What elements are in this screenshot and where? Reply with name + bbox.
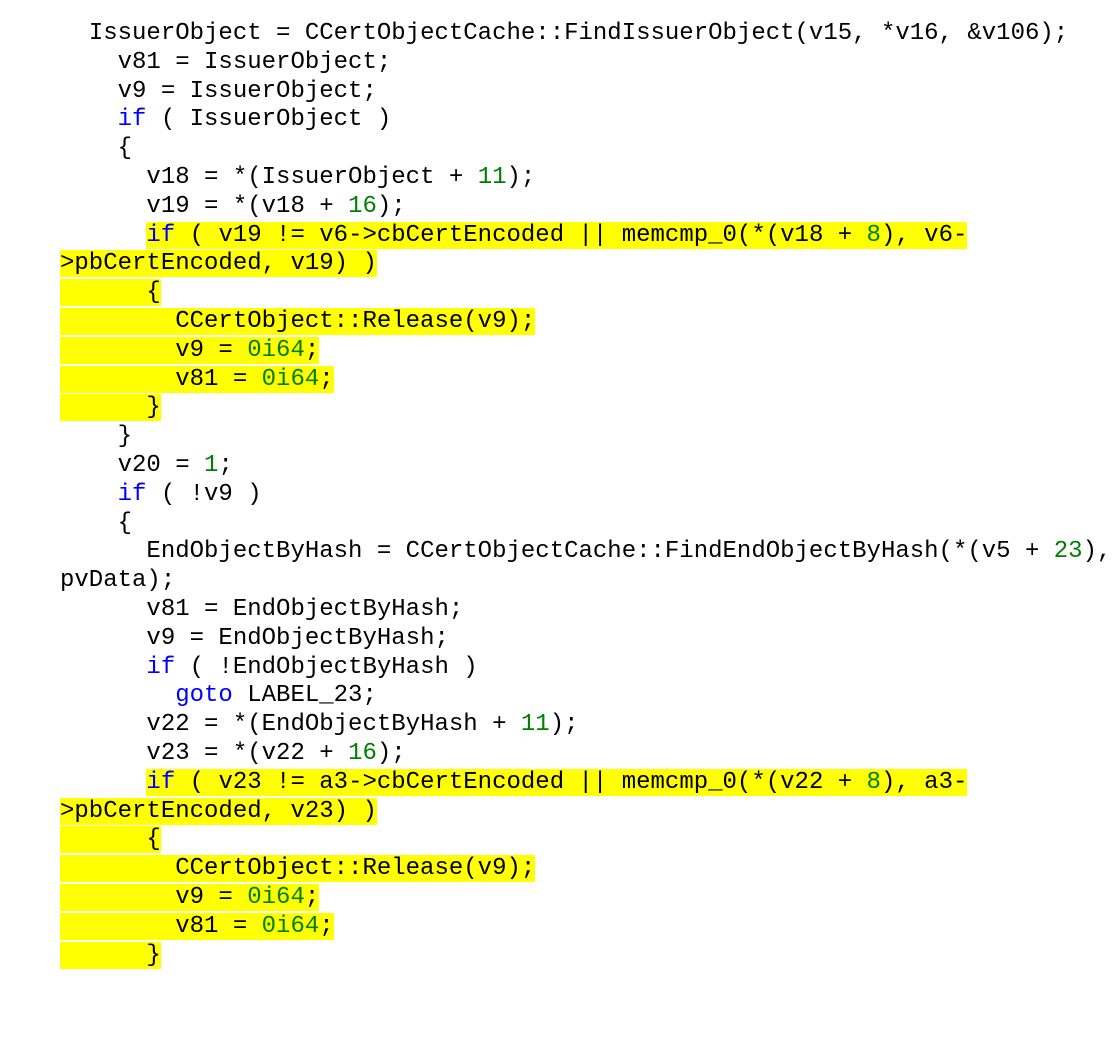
code-token: v9 = IssuerObject; <box>118 78 377 105</box>
code-token: goto <box>175 682 233 709</box>
code-token: v9 = <box>60 884 247 911</box>
code-token: ( IssuerObject ) <box>146 106 391 133</box>
code-token: LABEL_23; <box>233 682 377 709</box>
code-token: >pbCertEncoded, v19) ) <box>60 250 377 277</box>
code-token: 0i64 <box>262 913 320 940</box>
code-token: if <box>146 769 175 796</box>
code-token: ( v19 != v6->cbCertEncoded || memcmp_0(*… <box>175 222 866 249</box>
code-page: IssuerObject = CCertObjectCache::FindIss… <box>0 0 1118 1040</box>
code-token: ( v23 != a3->cbCertEncoded || memcmp_0(*… <box>175 769 866 796</box>
code-token: 8 <box>867 222 881 249</box>
code-token: v20 = <box>118 452 204 479</box>
code-token: ), <box>1083 538 1118 565</box>
code-token: v19 = *(v18 + <box>146 193 348 220</box>
code-token: ; <box>305 337 319 364</box>
code-token: 1 <box>204 452 218 479</box>
code-token: } <box>60 394 161 421</box>
code-token <box>60 222 146 249</box>
code-token: ; <box>319 913 333 940</box>
code-token: 11 <box>478 164 507 191</box>
code-token: EndObjectByHash = CCertObjectCache::Find… <box>146 538 1053 565</box>
code-token: if <box>118 106 147 133</box>
code-token: ); <box>377 740 406 767</box>
code-token: ; <box>218 452 232 479</box>
code-token: ); <box>550 711 579 738</box>
code-token: 0i64 <box>247 337 305 364</box>
code-token: 16 <box>348 740 377 767</box>
code-token: >pbCertEncoded, v23) ) <box>60 798 377 825</box>
code-token: if <box>146 654 175 681</box>
code-token <box>60 769 146 796</box>
code-token: { <box>118 135 132 162</box>
code-token: IssuerObject = CCertObjectCache::FindIss… <box>89 20 1068 47</box>
code-token: v81 = EndObjectByHash; <box>146 596 463 623</box>
code-token: v81 = <box>60 913 262 940</box>
code-token: CCertObject::Release(v9); <box>60 855 535 882</box>
code-token: 16 <box>348 193 377 220</box>
code-token: 23 <box>1054 538 1083 565</box>
code-token: ; <box>319 366 333 393</box>
code-token: 0i64 <box>247 884 305 911</box>
code-token: v18 = *(IssuerObject + <box>146 164 477 191</box>
code-token: } <box>118 423 132 450</box>
code-token: ), a3- <box>881 769 967 796</box>
code-token: ); <box>507 164 536 191</box>
code-token: v23 = *(v22 + <box>146 740 348 767</box>
code-token: if <box>118 481 147 508</box>
code-token: v81 = IssuerObject; <box>118 49 392 76</box>
code-token: { <box>118 510 132 537</box>
code-token: v9 = EndObjectByHash; <box>146 625 448 652</box>
code-token: 0i64 <box>262 366 320 393</box>
code-token: ( !EndObjectByHash ) <box>175 654 477 681</box>
code-token: v9 = <box>60 337 247 364</box>
code-token: ); <box>377 193 406 220</box>
code-token: ), v6- <box>881 222 967 249</box>
code-token: pvData); <box>60 567 175 594</box>
code-token: ( !v9 ) <box>146 481 261 508</box>
code-token: if <box>146 222 175 249</box>
code-token: v22 = *(EndObjectByHash + <box>146 711 520 738</box>
code-token: CCertObject::Release(v9); <box>60 308 535 335</box>
code-token: 8 <box>867 769 881 796</box>
code-token: v81 = <box>60 366 262 393</box>
code-token: 11 <box>521 711 550 738</box>
code-token: { <box>60 826 161 853</box>
code-token: ; <box>305 884 319 911</box>
code-token: } <box>60 942 161 969</box>
decompiled-code-block: IssuerObject = CCertObjectCache::FindIss… <box>0 20 1118 970</box>
code-token: { <box>60 279 161 306</box>
